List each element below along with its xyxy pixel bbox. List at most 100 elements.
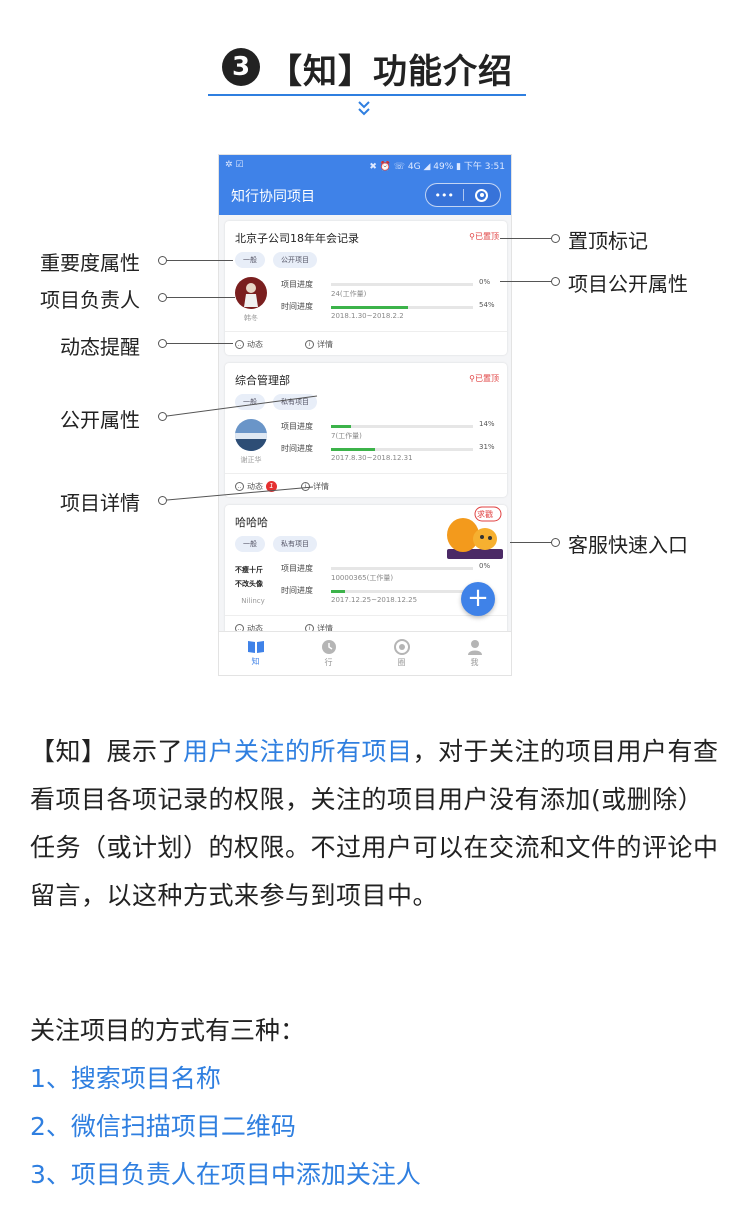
project-progress-label: 项目进度 (281, 280, 313, 289)
tab-label: 我 (470, 658, 479, 667)
project-progress-percent: 0% (479, 278, 491, 286)
time-progress-percent: 31% (479, 443, 495, 451)
time-progress-bar (331, 590, 473, 593)
owner-name: 谢正华 (240, 456, 262, 464)
project-progress-bar (331, 567, 473, 570)
callout-line (167, 395, 318, 417)
callout-line (167, 297, 235, 298)
dynamic-label: 动态 (247, 340, 263, 349)
time-progress-percent: 54% (479, 301, 495, 309)
tab-bar: 知 行 圈 我 (219, 631, 511, 675)
follow-methods: 关注项目的方式有三种： 1、搜索项目名称 2、微信扫描项目二维码 3、项目负责人… (30, 1007, 725, 1199)
callout-dot (158, 339, 167, 348)
clock-icon (321, 640, 336, 654)
info-icon: i (305, 340, 314, 349)
follow-method-item: 1、搜索项目名称 (30, 1064, 221, 1093)
section-header: 3 【知】功能介绍 (0, 0, 750, 130)
dynamic-button[interactable]: ‥ 动态 (235, 339, 263, 350)
callout-line (167, 486, 314, 501)
progress-fill (331, 590, 346, 593)
target-icon (475, 188, 489, 202)
project-title: 哈哈哈 (235, 516, 268, 529)
callout-dot (551, 234, 560, 243)
callout-project-public: 项目公开属性 (568, 272, 688, 296)
tab-me[interactable]: 我 (438, 632, 511, 675)
workload-text: 7(工作量) (331, 432, 362, 440)
callout-line (167, 260, 233, 261)
detail-label: 详情 (317, 340, 333, 349)
card-divider (225, 331, 507, 332)
project-progress-bar (331, 425, 473, 428)
owner-avatar[interactable] (235, 419, 267, 451)
owner-avatar-line2: 不改头像 (235, 580, 263, 588)
tab-know[interactable]: 知 (219, 632, 292, 675)
add-project-button[interactable]: + (461, 582, 495, 616)
time-progress-label: 时间进度 (281, 444, 313, 453)
description-text-a: 【知】展示了 (30, 737, 184, 766)
owner-name: Nilincy (241, 597, 265, 605)
callout-dot (551, 538, 560, 547)
miniprogram-capsule: ••• (425, 183, 501, 207)
project-card[interactable]: 综合管理部 ⚲已置顶 一般 私有项目 谢正华 项目进度 14% 7(工作量) 时… (225, 363, 507, 497)
tab-label: 圈 (397, 658, 406, 667)
owner-avatar-line1: 不瘦十斤 (235, 566, 263, 574)
callout-service: 客服快速入口 (568, 533, 688, 557)
callout-importance: 重要度属性 (40, 251, 140, 275)
project-progress-percent: 14% (479, 420, 495, 428)
description-highlight: 用户关注的所有项目 (183, 737, 413, 766)
callout-line (167, 343, 233, 344)
date-range: 2018.1.30~2018.2.2 (331, 312, 404, 320)
close-button[interactable] (464, 184, 501, 206)
card-divider (225, 615, 507, 616)
callout-dot (551, 277, 560, 286)
app-title: 知行协同项目 (231, 189, 315, 205)
callout-line (500, 281, 552, 282)
double-chevron-down-icon (358, 101, 370, 116)
tab-do[interactable]: 行 (292, 632, 365, 675)
progress-fill (331, 306, 408, 309)
project-progress-label: 项目进度 (281, 422, 313, 431)
callout-detail: 项目详情 (60, 491, 140, 515)
callout-dot (158, 412, 167, 421)
project-progress-label: 项目进度 (281, 564, 313, 573)
callout-dot (158, 293, 167, 302)
tab-label: 知 (251, 657, 260, 666)
mascot-bubble-text: 求戳 (477, 510, 493, 519)
person-icon (467, 640, 482, 655)
callout-public: 公开属性 (60, 408, 140, 432)
status-right: ✖ ⏰ ☏ 4G ◢ 49% ▮ 下午 3:51 (369, 161, 505, 172)
owner-name: 韩冬 (244, 314, 258, 322)
time-progress-bar (331, 448, 473, 451)
project-title: 北京子公司18年年会记录 (235, 232, 359, 245)
detail-button[interactable]: i 详情 (305, 339, 333, 350)
pin-label: 已置顶 (475, 374, 499, 383)
status-left: ✲ ☑ (225, 160, 244, 170)
time-progress-label: 时间进度 (281, 302, 313, 311)
project-progress-bar (331, 283, 473, 286)
callout-dot (158, 496, 167, 505)
more-button[interactable]: ••• (426, 184, 463, 206)
status-bar: ✲ ☑ ✖ ⏰ ☏ 4G ◢ 49% ▮ 下午 3:51 (219, 155, 511, 175)
project-card[interactable]: 北京子公司18年年会记录 ⚲已置顶 一般 公开项目 韩冬 项目进度 0% 24(… (225, 221, 507, 355)
owner-avatar[interactable] (235, 277, 267, 309)
visibility-tag: 私有项目 (273, 536, 317, 552)
time-progress-label: 时间进度 (281, 586, 313, 595)
callout-line (500, 238, 552, 239)
callout-owner: 项目负责人 (40, 288, 140, 312)
workload-text: 24(工作量) (331, 290, 367, 298)
visibility-tag: 公开项目 (273, 252, 317, 268)
follow-method-item: 2、微信扫描项目二维码 (30, 1112, 296, 1141)
pin-badge: ⚲已置顶 (469, 232, 499, 241)
follow-methods-intro: 关注项目的方式有三种： (30, 1016, 306, 1045)
follow-method-item: 3、项目负责人在项目中添加关注人 (30, 1160, 421, 1189)
customer-service-mascot-icon[interactable] (441, 505, 507, 563)
progress-fill (331, 425, 351, 428)
importance-tag: 一般 (235, 536, 265, 552)
pin-badge: ⚲已置顶 (469, 374, 499, 383)
section-title: 【知】功能介绍 (268, 52, 513, 92)
callout-dynamic: 动态提醒 (60, 335, 140, 359)
tab-label: 行 (324, 658, 333, 667)
owner-avatar[interactable]: 不瘦十斤 不改头像 (235, 563, 271, 591)
tab-circle[interactable]: 圈 (365, 632, 438, 675)
time-progress-bar (331, 306, 473, 309)
